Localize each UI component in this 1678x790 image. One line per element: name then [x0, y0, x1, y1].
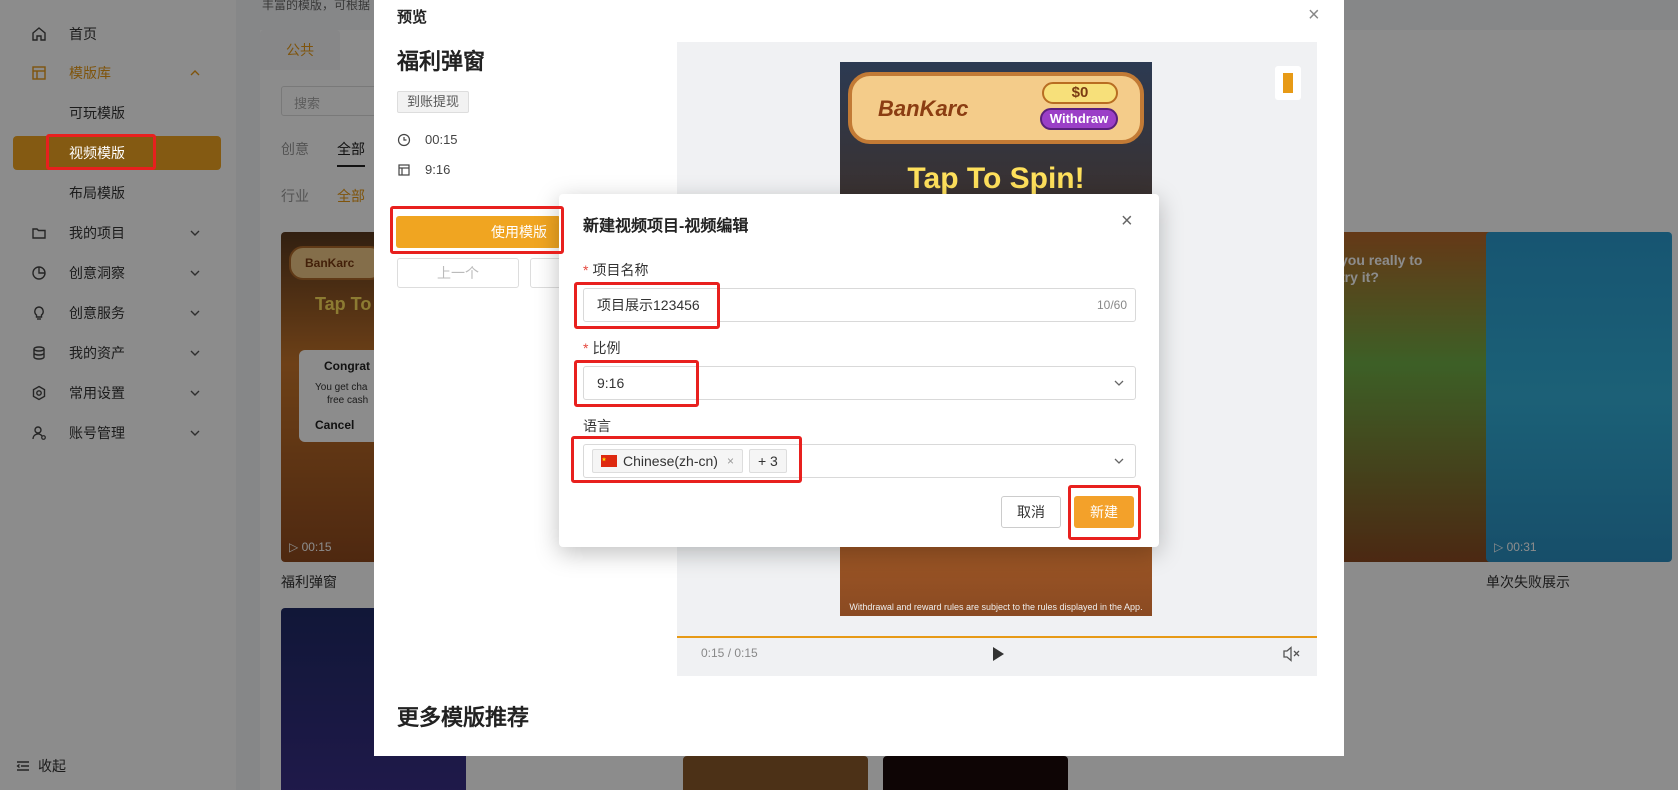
required-mark: * [583, 262, 589, 278]
preview-template-name: 福利弹窗 [397, 49, 486, 74]
sidebar-item-video-label: 视频模版 [69, 145, 125, 161]
annotation-box-ratio [574, 360, 699, 407]
preview-ratio-value: 9:16 [425, 162, 451, 177]
dialog-title: 新建视频项目-视频编辑 [583, 218, 749, 235]
bookmark-icon[interactable] [1275, 66, 1301, 100]
video-withdraw: Withdraw [1040, 108, 1118, 130]
required-mark: * [583, 340, 589, 356]
preview-duration-value: 00:15 [425, 132, 458, 147]
video-fine-print: Withdrawal and reward rules are subject … [849, 602, 1143, 612]
annotation-box-create [1068, 485, 1141, 540]
chevron-down-icon [1114, 380, 1124, 386]
chevron-down-icon [1114, 458, 1124, 464]
annotation-box-language [571, 436, 802, 483]
video-progress-bar[interactable] [677, 636, 1317, 638]
clock-icon [397, 133, 411, 146]
project-name-label: * 项目名称 [583, 260, 648, 280]
annotation-box-project-name [574, 282, 720, 329]
language-label: 语言 [583, 418, 611, 434]
video-amount: $0 [1042, 82, 1118, 104]
preview-ratio: 9:16 [397, 162, 450, 177]
project-name-label-text: 项目名称 [592, 262, 649, 278]
layout-icon [398, 163, 410, 176]
video-banner: BanKarc $0 Withdraw [848, 72, 1144, 144]
video-headline: Tap To Spin! [907, 162, 1085, 195]
video-time: 0:15 / 0:15 [701, 646, 758, 660]
preview-tag: 到账提现 [397, 91, 470, 113]
previous-button[interactable]: 上一个 [397, 258, 519, 288]
mute-icon[interactable] [1283, 646, 1301, 662]
more-templates-title: 更多模版推荐 [397, 705, 530, 730]
ratio-label-text: 比例 [592, 340, 621, 356]
project-name-count: 10/60 [1096, 298, 1127, 312]
preview-close-icon[interactable]: × [1308, 4, 1320, 27]
ratio-label: * 比例 [583, 338, 620, 358]
preview-duration: 00:15 [397, 132, 458, 147]
annotation-box-use-template [390, 206, 564, 254]
play-icon[interactable] [991, 646, 1005, 662]
cancel-button[interactable]: 取消 [1001, 496, 1061, 528]
dialog-close-icon[interactable]: × [1121, 210, 1133, 233]
preview-title: 预览 [397, 9, 428, 26]
video-brand: BanKarc [878, 96, 969, 121]
